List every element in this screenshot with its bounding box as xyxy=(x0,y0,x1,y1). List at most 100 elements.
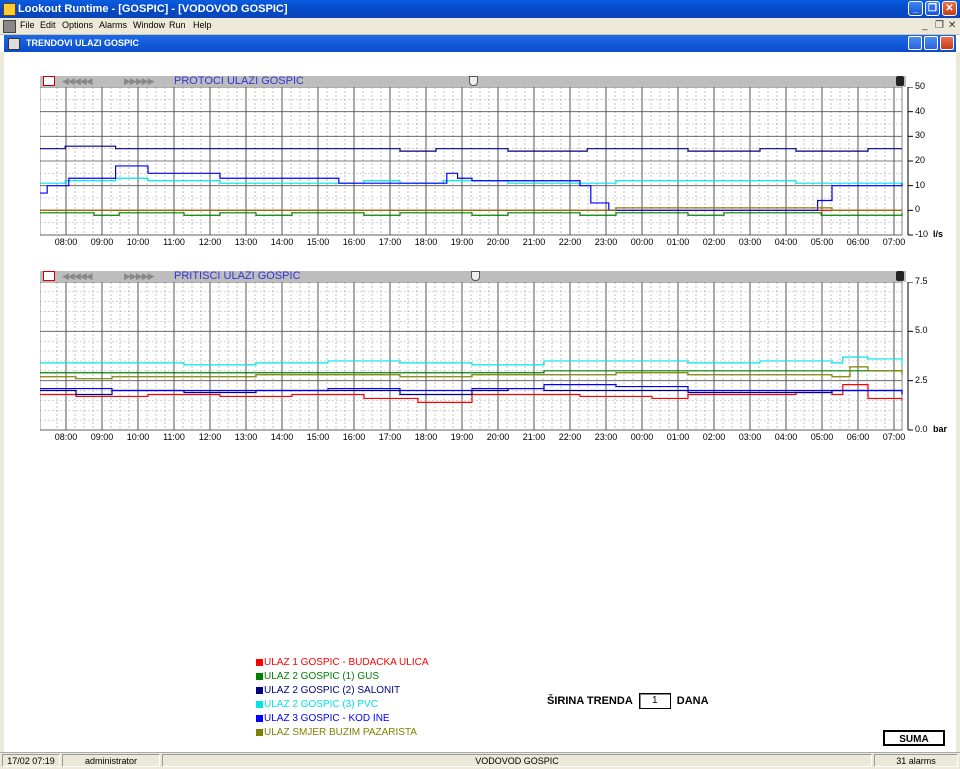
legend-swatch xyxy=(256,672,263,680)
child-window-icon[interactable] xyxy=(8,38,20,50)
scroll-right-arrows-icon[interactable]: ▶▶▶▶▶ xyxy=(124,271,155,282)
legend-label: ULAZ 3 GOSPIC - KOD INE xyxy=(264,713,390,724)
x-tick-label: 08:00 xyxy=(54,432,78,442)
trend-protoci-header: ◀◀◀◀◀ ▶▶▶▶▶ PROTOCI ULAZI GOSPIC xyxy=(40,75,906,87)
y-tick-label: 0 xyxy=(915,204,921,215)
mdi-close-icon[interactable]: ✕ xyxy=(948,20,956,31)
legend-label: ULAZ 2 GOSPIC (2) SALONIT xyxy=(264,685,401,696)
minimize-button[interactable]: _ xyxy=(908,1,923,16)
x-tick-label: 03:00 xyxy=(738,237,762,247)
trend-cursor-icon[interactable] xyxy=(43,271,55,281)
y-tick-label: 40 xyxy=(915,105,926,116)
window-frame-left xyxy=(0,52,4,752)
trend-plot-svg xyxy=(40,282,913,431)
x-tick-label: 10:00 xyxy=(126,237,150,247)
x-tick-label: 16:00 xyxy=(342,237,366,247)
x-tick-label: 01:00 xyxy=(666,237,690,247)
lookout-app-icon[interactable] xyxy=(3,3,16,16)
x-tick-label: 18:00 xyxy=(414,432,438,442)
y-tick-label: 0.0 xyxy=(915,424,928,434)
trend-pritisci-header: ◀◀◀◀◀ ▶▶▶▶▶ PRITISCI ULAZI GOSPIC xyxy=(40,270,906,282)
child-close-button[interactable] xyxy=(940,36,954,50)
trend-protoci-plot[interactable]: 50 40 30 20 10 0 -10 l/s 08:00 09:00 10:00 11:00 12:… xyxy=(40,81,943,249)
x-tick-label: 02:00 xyxy=(702,432,726,442)
legend-item: ULAZ 2 GOSPIC (2) SALONIT xyxy=(256,685,429,699)
trend-cursor-icon[interactable] xyxy=(43,76,55,86)
menu-alarms[interactable]: Alarms xyxy=(99,20,127,30)
child-window-title: TRENDOVI ULAZI GOSPIC xyxy=(26,38,140,48)
dana-label: DANA xyxy=(676,694,709,707)
x-tick-label: 06:00 xyxy=(846,237,870,247)
close-button[interactable]: ✕ xyxy=(942,1,957,16)
x-tick-label: 18:00 xyxy=(414,237,438,247)
scroll-right-arrows-icon[interactable]: ▶▶▶▶▶ xyxy=(124,76,155,87)
x-tick-label: 06:00 xyxy=(846,432,870,442)
y-unit-label: bar xyxy=(933,424,948,434)
legend-label: ULAZ 2 GOSPIC (1) GUS xyxy=(264,671,380,682)
x-tick-label: 14:00 xyxy=(270,432,294,442)
x-tick-label: 07:00 xyxy=(882,432,906,442)
mdi-minimize-icon[interactable]: _ xyxy=(922,20,928,31)
x-tick-label: 00:00 xyxy=(630,432,654,442)
menu-run[interactable]: Run xyxy=(169,20,186,30)
legend-item: ULAZ 1 GOSPIC - BUDACKA ULICA xyxy=(256,657,429,671)
x-tick-label: 15:00 xyxy=(306,432,330,442)
legend-label: ULAZ 2 GOSPIC (3) PVC xyxy=(264,699,378,710)
child-maximize-button[interactable] xyxy=(924,36,938,50)
legend-label: ULAZ 1 GOSPIC - BUDACKA ULICA xyxy=(264,657,429,668)
status-alarms[interactable]: 31 alarms xyxy=(874,754,958,767)
x-tick-label: 04:00 xyxy=(774,432,798,442)
x-tick-label: 22:00 xyxy=(558,237,582,247)
app-title-bar: Lookout Runtime - [GOSPIC] - [VODOVOD GO… xyxy=(0,0,960,18)
trend-scroll-thumb-icon[interactable] xyxy=(471,271,480,281)
window-title: Lookout Runtime - [GOSPIC] - [VODOVOD GO… xyxy=(18,3,288,15)
y-tick-label: 2.5 xyxy=(915,374,928,385)
y-tick-label: -10 xyxy=(915,229,929,239)
x-tick-label: 05:00 xyxy=(810,432,834,442)
trend-width-control: ŠIRINA TRENDA 1 DANA xyxy=(547,693,709,709)
x-tick-label: 21:00 xyxy=(522,432,546,442)
status-bar: 17/02 07:19 administrator VODOVOD GOSPIC… xyxy=(0,752,960,769)
mdi-system-menu-icon[interactable] xyxy=(3,20,16,33)
x-tick-label: 23:00 xyxy=(594,432,618,442)
y-tick-label: 50 xyxy=(915,81,926,91)
x-tick-label: 02:00 xyxy=(702,237,726,247)
legend-swatch xyxy=(256,686,263,694)
x-tick-label: 12:00 xyxy=(198,432,222,442)
y-tick-label: 7.5 xyxy=(915,276,928,286)
menu-help[interactable]: Help xyxy=(193,20,212,30)
x-tick-label: 20:00 xyxy=(486,237,510,247)
x-tick-label: 23:00 xyxy=(594,237,618,247)
legend-swatch xyxy=(256,728,263,736)
x-tick-label: 04:00 xyxy=(774,237,798,247)
child-minimize-button[interactable] xyxy=(908,36,922,50)
scroll-left-arrows-icon[interactable]: ◀◀◀◀◀ xyxy=(62,76,93,87)
traffic-light-icon xyxy=(896,76,904,86)
legend-item: ULAZ 3 GOSPIC - KOD INE xyxy=(256,713,429,727)
menu-edit[interactable]: Edit xyxy=(40,20,56,30)
x-tick-label: 10:00 xyxy=(126,432,150,442)
trend-scroll-thumb-icon[interactable] xyxy=(469,76,478,86)
menu-window[interactable]: Window xyxy=(133,20,165,30)
x-tick-label: 21:00 xyxy=(522,237,546,247)
x-tick-label: 14:00 xyxy=(270,237,294,247)
maximize-button[interactable]: ❐ xyxy=(925,1,940,16)
suma-button[interactable]: SUMA xyxy=(883,730,945,746)
child-window-title-bar: TRENDOVI ULAZI GOSPIC xyxy=(4,35,956,52)
x-tick-label: 03:00 xyxy=(738,432,762,442)
legend-item: ULAZ 2 GOSPIC (3) PVC xyxy=(256,699,429,713)
x-tick-label: 17:00 xyxy=(378,237,402,247)
status-process: VODOVOD GOSPIC xyxy=(162,754,872,767)
mdi-restore-icon[interactable]: ❐ xyxy=(935,20,944,31)
menu-options[interactable]: Options xyxy=(62,20,93,30)
trend-pritisci-plot[interactable]: 7.5 5.0 2.5 0.0 bar 08:00 09:00 10:00 11:00 12:00… xyxy=(40,276,947,444)
status-datetime: 17/02 07:19 xyxy=(2,754,60,767)
sirina-trenda-label: ŠIRINA TRENDA xyxy=(547,694,633,707)
x-tick-label: 01:00 xyxy=(666,432,690,442)
scroll-left-arrows-icon[interactable]: ◀◀◀◀◀ xyxy=(62,271,93,282)
sirina-trenda-input[interactable]: 1 xyxy=(638,693,671,709)
status-user: administrator xyxy=(62,754,160,767)
menu-bar: File Edit Options Alarms Window Run Help… xyxy=(0,18,960,35)
menu-file[interactable]: File xyxy=(20,20,35,30)
x-tick-label: 13:00 xyxy=(234,432,258,442)
